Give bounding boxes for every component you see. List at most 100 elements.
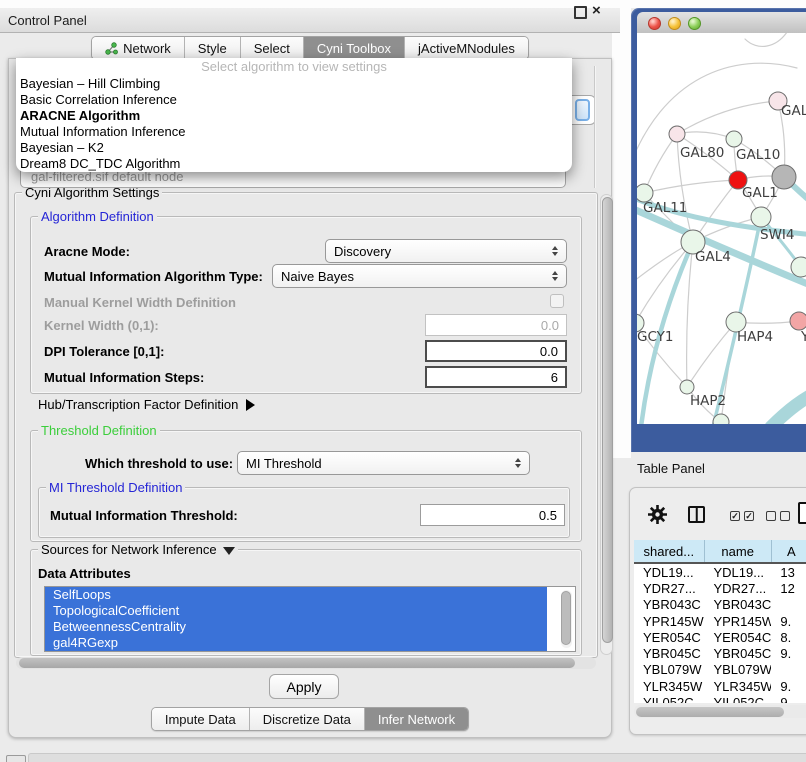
close-traffic-light[interactable]	[648, 17, 661, 30]
occluded-groupbox-edge	[594, 66, 595, 188]
attribute-item-topologicalcoefficient[interactable]: TopologicalCoefficient	[45, 603, 547, 619]
mode-tab-impute-data[interactable]: Impute Data	[152, 708, 250, 730]
attribute-item-selfloops[interactable]: SelfLoops	[45, 587, 547, 603]
apply-button[interactable]: Apply	[269, 674, 339, 699]
float-window-icon[interactable]	[574, 6, 587, 19]
network-edge[interactable]	[677, 132, 734, 139]
table-row[interactable]: YBL079WYBL079W	[634, 662, 806, 678]
table-row[interactable]: YBR045CYBR045C9.	[634, 645, 806, 661]
attribute-item-gal4rgexp[interactable]: gal4RGexp	[45, 635, 547, 651]
network-node-swi4[interactable]	[751, 207, 771, 227]
network-edge[interactable]	[687, 242, 693, 387]
table-body: YDL19...YDL19...13YDR27...YDR27...12YBR0…	[634, 564, 806, 703]
tab-style[interactable]: Style	[185, 37, 241, 59]
network-edge[interactable]	[771, 391, 806, 424]
aracne-mode-select[interactable]: Discovery	[325, 239, 567, 263]
mode-tab-infer-network-label: Infer Network	[378, 712, 455, 727]
table-hscroll-thumb[interactable]	[636, 707, 784, 717]
column-header-name[interactable]: name	[705, 540, 772, 562]
network-icon	[105, 42, 118, 55]
mode-tab-infer-network[interactable]: Infer Network	[365, 708, 468, 730]
settings-hscroll-thumb[interactable]	[19, 658, 575, 668]
sources-title[interactable]: Sources for Network Inference	[38, 542, 238, 557]
table-row[interactable]: YBR043CYBR043C	[634, 597, 806, 613]
data-attributes-list[interactable]: SelfLoopsTopologicalCoefficientBetweenne…	[44, 586, 576, 652]
algorithm-item-mutual-information-inference[interactable]: Mutual Information Inference	[16, 124, 572, 140]
column-header-shared[interactable]: shared...	[634, 540, 705, 562]
algorithm-item-dream8-dc-tdc-algorithm[interactable]: Dream8 DC_TDC Algorithm	[16, 156, 572, 172]
network-window-titlebar[interactable]	[637, 12, 806, 35]
network-edge[interactable]	[677, 101, 778, 134]
mode-tab-discretize-data[interactable]: Discretize Data	[250, 708, 365, 730]
kernel-width-field[interactable]: 0.0	[425, 314, 567, 336]
mi-algorithm-type-select[interactable]: Naive Bayes	[272, 264, 567, 288]
mi-steps-label: Mutual Information Steps:	[44, 370, 204, 385]
attribute-item-betweennesscentrality[interactable]: BetweennessCentrality	[45, 619, 547, 635]
zoom-traffic-light[interactable]	[688, 17, 701, 30]
table-cell: YIL052C	[704, 695, 771, 703]
dpi-tolerance-field[interactable]: 0.0	[425, 340, 567, 362]
settings-gear-icon[interactable]	[647, 504, 668, 525]
table-row[interactable]: YLR345WYLR345W9.	[634, 678, 806, 694]
background-gap	[612, 0, 631, 458]
column-header-a[interactable]: A	[772, 540, 806, 562]
network-node-gal10[interactable]	[726, 131, 742, 147]
table-panel-title: Table Panel	[637, 461, 705, 476]
mi-algorithm-type-value: Naive Bayes	[281, 269, 354, 284]
table-cell: YDL19...	[634, 565, 704, 580]
table-cell: 8.	[771, 630, 806, 645]
attributes-scroll-thumb[interactable]	[561, 591, 571, 645]
settings-vscroll-thumb[interactable]	[602, 197, 613, 643]
manual-kernel-width-checkbox[interactable]	[550, 294, 564, 308]
which-threshold-select[interactable]: MI Threshold	[237, 451, 530, 475]
algorithm-item-bayesian-hill-climbing[interactable]: Bayesian – Hill Climbing	[16, 76, 572, 92]
deselect-all-checkbox-icon-2[interactable]	[780, 511, 790, 521]
stepper-icon	[552, 246, 558, 256]
table-cell: YDL19...	[704, 565, 771, 580]
document-icon[interactable]	[798, 502, 806, 524]
occluded-combo-edge	[572, 95, 596, 125]
select-all-checkbox-icon[interactable]: ✓	[730, 511, 740, 521]
node-label-gal2: GAL	[781, 103, 806, 119]
algorithm-item-aracne-algorithm[interactable]: ARACNE Algorithm	[16, 108, 572, 124]
table-row[interactable]: YDR27...YDR27...12	[634, 580, 806, 596]
table-cell: YLR345W	[634, 679, 704, 694]
tab-cyni-toolbox[interactable]: Cyni Toolbox	[304, 37, 405, 59]
network-edge[interactable]	[644, 134, 677, 193]
tab-network[interactable]: Network	[92, 37, 185, 59]
table-row[interactable]: YIL052CYIL052C9.	[634, 694, 806, 703]
network-edge[interactable]	[637, 207, 806, 287]
network-edge[interactable]	[745, 33, 789, 46]
tab-select[interactable]: Select	[241, 37, 304, 59]
mi-steps-field[interactable]: 6	[425, 366, 567, 388]
network-edge[interactable]	[644, 180, 738, 193]
network-node-node-green-right[interactable]	[791, 257, 806, 277]
network-node-gal80[interactable]	[669, 126, 685, 142]
which-threshold-value: MI Threshold	[246, 456, 322, 471]
deselect-all-checkbox-icon[interactable]	[766, 511, 776, 521]
algorithm-item-basic-correlation-inference[interactable]: Basic Correlation Inference	[16, 92, 572, 108]
minimize-traffic-light[interactable]	[668, 17, 681, 30]
table-row[interactable]: YDL19...YDL19...13	[634, 564, 806, 580]
cytopanel-corner-button[interactable]	[6, 755, 26, 762]
select-all-checkbox-icon-2[interactable]: ✓	[744, 511, 754, 521]
algorithm-item-bayesian-k2[interactable]: Bayesian – K2	[16, 140, 572, 156]
focused-stepper-icon[interactable]	[575, 99, 590, 121]
tab-jactivemnodules[interactable]: jActiveMNodules	[405, 37, 528, 59]
network-node-hap2[interactable]	[680, 380, 694, 394]
hub-definition-disclosure[interactable]: Hub/Transcription Factor Definition	[38, 397, 255, 412]
close-icon[interactable]: ×	[592, 2, 601, 19]
algorithm-dropdown[interactable]: Select algorithm to view settings Bayesi…	[16, 58, 572, 172]
mi-algorithm-type-label: Mutual Information Algorithm Type:	[44, 269, 263, 284]
table-cell: 12	[771, 581, 806, 596]
sources-title-text: Sources for Network Inference	[41, 542, 217, 557]
cyni-mode-tabs: Impute DataDiscretize Data Infer Network	[0, 707, 620, 731]
mi-threshold-field[interactable]: 0.5	[420, 504, 565, 526]
algorithm-dropdown-placeholder: Select algorithm to view settings	[16, 58, 572, 76]
network-canvas[interactable]: GALGAL80GAL10GAL1GAL11SWI4GAL4GCY1HAP4YH…	[637, 33, 806, 424]
column-visibility-icon[interactable]	[688, 506, 705, 523]
network-node-node-salmon[interactable]	[790, 312, 806, 330]
node-label-gal10: GAL10	[736, 147, 780, 163]
table-row[interactable]: YER054CYER054C8.	[634, 629, 806, 645]
table-row[interactable]: YPR145WYPR145W9.	[634, 613, 806, 629]
